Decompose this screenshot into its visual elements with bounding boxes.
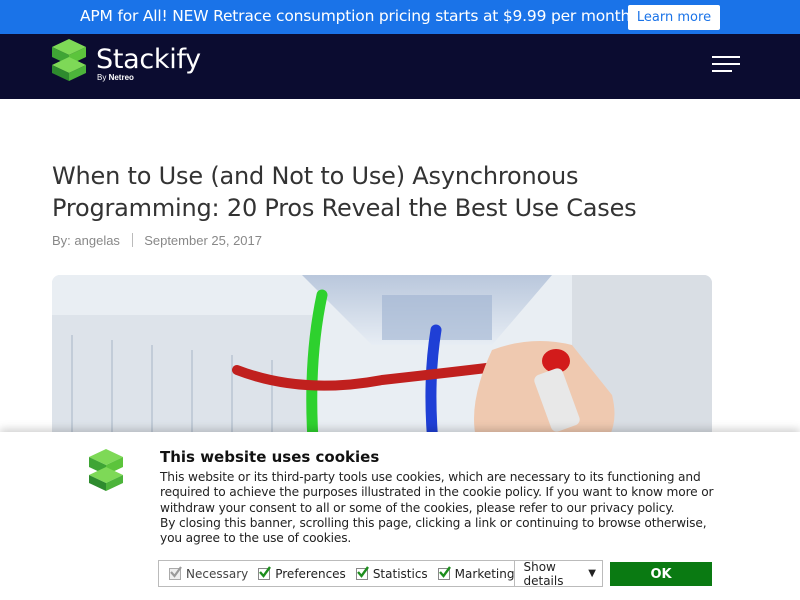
checkbox-icon[interactable]: [355, 565, 369, 580]
article-title: When to Use (and Not to Use) Asynchronou…: [52, 162, 637, 222]
chevron-down-icon: ▼: [588, 568, 596, 579]
checkbox-necessary: Necessary: [169, 565, 249, 581]
byline-parent: Netreo: [108, 73, 134, 82]
article-author[interactable]: By: angelas: [52, 233, 120, 248]
hero-image: [52, 275, 712, 455]
hamburger-icon[interactable]: [712, 54, 740, 74]
promo-text: APM for All! NEW Retrace consumption pri…: [80, 7, 637, 25]
checkbox-icon[interactable]: [258, 565, 272, 580]
hero-illustration: [52, 275, 712, 455]
learn-more-button[interactable]: Learn more: [628, 5, 720, 30]
stackify-logo-icon: [89, 449, 123, 491]
cookie-title: This website uses cookies: [160, 448, 380, 466]
checkbox-label: Statistics: [372, 566, 428, 581]
show-details-label: Show details: [523, 559, 564, 588]
cookie-options: Necessary Preferences Statistics Marketi…: [158, 559, 603, 588]
show-details-dropdown[interactable]: Show details ▼: [514, 559, 602, 588]
article-date: September 25, 2017: [144, 233, 262, 248]
byline-by: By: [97, 73, 107, 82]
checkbox-label: Necessary: [186, 566, 249, 581]
stackify-logo-icon[interactable]: [52, 39, 86, 81]
cookie-text: This website or its third-party tools us…: [160, 470, 720, 546]
promo-bar: APM for All! NEW Retrace consumption pri…: [0, 0, 800, 34]
brand-byline: By Netreo: [97, 73, 134, 82]
brand-name[interactable]: Stackify: [96, 44, 201, 75]
meta-divider: [131, 233, 133, 247]
checkbox-statistics[interactable]: Statistics: [355, 565, 428, 581]
checkbox-label: Preferences: [275, 566, 346, 581]
checkbox-label: Marketing: [454, 566, 515, 581]
checkbox-preferences[interactable]: Preferences: [258, 565, 346, 581]
checkbox-marketing[interactable]: Marketing: [437, 565, 515, 581]
cookie-paragraph: By closing this banner, scrolling this p…: [160, 515, 707, 546]
checkbox-icon[interactable]: [437, 565, 451, 580]
checkbox-icon: [169, 565, 182, 580]
cookie-banner: This website uses cookies This website o…: [0, 432, 800, 600]
cookie-paragraph: This website or its third-party tools us…: [160, 470, 714, 515]
article-meta: By: angelas September 25, 2017: [52, 233, 262, 248]
ok-button[interactable]: OK: [610, 562, 712, 586]
site-header: Stackify By Netreo: [0, 34, 800, 99]
